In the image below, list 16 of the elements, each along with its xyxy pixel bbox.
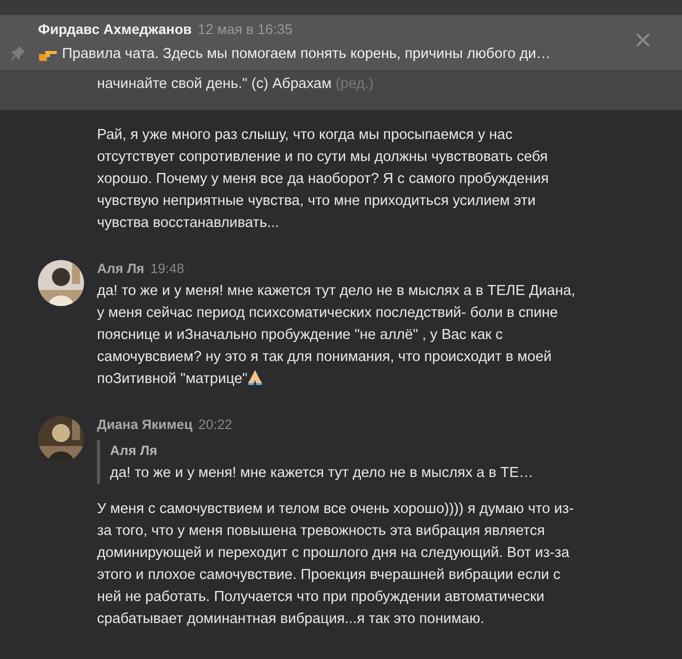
- author-name[interactable]: Диана Якимец: [97, 414, 192, 436]
- close-icon[interactable]: [636, 33, 650, 47]
- message-text: Рай, я уже много раз слышу, что когда мы просыпаемся у нас отсутствует сопротивление и по сути мы должны чувствовать себя хорошо. Почему у меня все да наоборот? Я с самого пробуждения чувствую неприятные чувства, что мне приходиться усилием эти чувства восстанавливать...: [97, 126, 550, 233]
- message-text: начинайте свой день." (c) Абрахам: [97, 76, 332, 92]
- message-text: да! то же и у меня! мне кажется тут дело не в мыслях а в ТЕЛЕ Диана, у меня сейчас период психсоматических последствий- боли в спине пояснице и иЗначально пробуждение "не аллё" , у Вас как с самочувсвием? ну это я так для понимания, что происходит в моей поЗитивной "матрице": [97, 282, 576, 389]
- pinned-author[interactable]: Фирдавс Ахмеджанов: [38, 19, 192, 40]
- quoted-author: Аля Ля: [110, 442, 158, 460]
- message-text: У меня с самочувствием и телом все очень хорошо)))) я думаю что из-за того, что у меня повышена тревожность эта вибрация является доминирующей и переходит с прошлого дня на следующий. Вот из-за этого и плохое самочувствие. Проекция вчерашней вибрации если с ней не работать. Получается что при пробуждении автоматически срабатывает доминантная вибрация...я так это понимаю.: [97, 500, 575, 629]
- pin-icon: [10, 45, 26, 61]
- message-time: 20:22: [198, 416, 232, 434]
- pinned-message-banner[interactable]: Фирдавс Ахмеджанов 12 мая в 16:35 Правила чата. Здесь мы помогаем понять корень, причины любого ди…: [0, 15, 682, 70]
- pinned-text: Правила чата. Здесь мы помогаем понять корень, причины любого ди…: [62, 45, 551, 64]
- author-name[interactable]: Аля Ля: [97, 258, 144, 280]
- quoted-text: да! то же и у меня! мне кажется тут дело не в мыслях а в ТЕ…: [110, 464, 534, 483]
- message-time: 19:48: [150, 260, 184, 278]
- pinned-time: 12 мая в 16:35: [198, 20, 293, 39]
